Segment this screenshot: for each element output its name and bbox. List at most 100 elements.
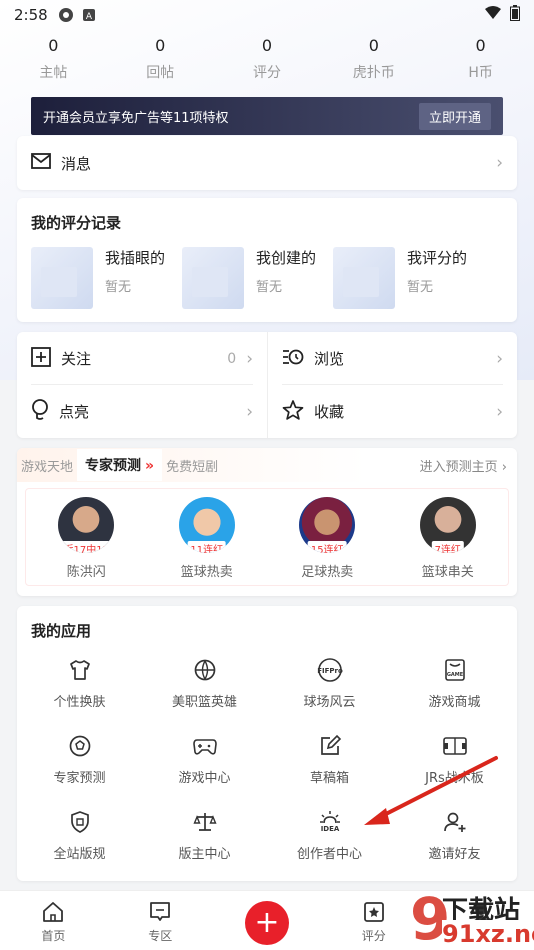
shirt-icon bbox=[67, 657, 93, 683]
expert-item[interactable]: 近17中15 陈洪闪 bbox=[26, 497, 147, 585]
app-expert-prediction[interactable]: 专家预测 bbox=[17, 727, 142, 803]
scale-icon bbox=[192, 809, 218, 835]
app-label: JRs战术板 bbox=[425, 771, 484, 786]
stat-value: 0 bbox=[261, 36, 273, 55]
rating-thumbnail bbox=[31, 247, 93, 309]
watermark-url: 91xz.net bbox=[442, 920, 534, 948]
browse-history-row[interactable]: 浏览 › bbox=[267, 332, 517, 385]
expert-record-tag: 15连红 bbox=[307, 541, 347, 553]
rating-item-rated[interactable]: 我评分的 暂无 bbox=[333, 247, 484, 309]
tab-game-world[interactable]: 游戏天地 bbox=[17, 456, 77, 475]
chevron-right-icon: › bbox=[496, 348, 503, 369]
rating-item-marked[interactable]: 我插眼的 暂无 bbox=[31, 247, 182, 309]
stat-value: 0 bbox=[48, 36, 59, 55]
profile-stats: 0 主帖 0 回帖 0 评分 0 虎扑币 0 H币 bbox=[0, 36, 534, 82]
idea-bulb-icon: IDEA bbox=[317, 809, 343, 835]
expert-list: 近17中15 陈洪闪 11连红 篮球热卖 15连红 足球热卖 7连红 篮球串关 bbox=[25, 488, 509, 586]
svg-text:GAME: GAME bbox=[446, 672, 463, 678]
status-bar: 2:58 A bbox=[0, 0, 534, 30]
rating-item-status: 暂无 bbox=[256, 280, 283, 295]
tab-free-drama[interactable]: 免费短剧 bbox=[162, 456, 222, 475]
avatar: 11连红 bbox=[178, 497, 235, 553]
shield-icon bbox=[67, 809, 93, 835]
app-court-stars[interactable]: FIFPro 球场风云 bbox=[267, 651, 392, 727]
vip-open-button[interactable]: 立即开通 bbox=[418, 102, 491, 130]
app-label: 游戏商城 bbox=[428, 695, 481, 710]
app-label: 游戏中心 bbox=[178, 771, 231, 786]
app-game-store[interactable]: GAME 游戏商城 bbox=[392, 651, 517, 727]
stat-label: 虎扑币 bbox=[352, 65, 395, 81]
rating-thumbnail bbox=[333, 247, 395, 309]
app-label: 球场风云 bbox=[303, 695, 356, 710]
app-game-center[interactable]: 游戏中心 bbox=[142, 727, 267, 803]
app-label: 专家预测 bbox=[53, 771, 106, 786]
chevron-right-icon: › bbox=[496, 401, 503, 422]
chevron-right-icon: › bbox=[246, 401, 253, 422]
avatar: 15连红 bbox=[299, 497, 356, 553]
rating-item-name: 我插眼的 bbox=[105, 249, 166, 267]
status-time: 2:58 bbox=[14, 6, 48, 24]
follow-row[interactable]: 关注 0 › bbox=[17, 332, 267, 385]
expert-record-tag: 7连红 bbox=[431, 541, 464, 553]
app-creator-center[interactable]: IDEA 创作者中心 bbox=[267, 803, 392, 879]
enter-prediction-home-label: 进入预测主页 bbox=[419, 459, 498, 475]
expert-item[interactable]: 15连红 足球热卖 bbox=[267, 497, 388, 585]
vip-banner[interactable]: 开通会员立享免广告等11项特权 立即开通 bbox=[31, 97, 503, 135]
expert-name: 篮球串关 bbox=[421, 565, 474, 580]
app-label: 个性换肤 bbox=[53, 695, 106, 710]
like-row[interactable]: 点亮 › bbox=[17, 385, 267, 438]
rating-thumbnail bbox=[182, 247, 244, 309]
chevron-right-icon: › bbox=[246, 348, 253, 369]
tab-home[interactable]: 首页 bbox=[0, 891, 107, 950]
stat-hupu-coins[interactable]: 0 虎扑币 bbox=[320, 36, 427, 82]
avatar: 近17中15 bbox=[58, 497, 115, 553]
tab-expert-prediction-label: 专家预测 bbox=[85, 458, 142, 474]
stat-label: 评分 bbox=[252, 65, 281, 81]
expert-item[interactable]: 7连红 篮球串关 bbox=[388, 497, 509, 585]
add-user-icon bbox=[442, 809, 468, 835]
tab-label: 首页 bbox=[41, 929, 66, 943]
expert-item[interactable]: 11连红 篮球热卖 bbox=[147, 497, 268, 585]
app-drafts[interactable]: 草稿箱 bbox=[267, 727, 392, 803]
wifi-icon bbox=[484, 6, 502, 24]
app-tactics-board[interactable]: JRs战术板 bbox=[392, 727, 517, 803]
plus-icon: + bbox=[244, 901, 289, 945]
rating-records-card: 我的评分记录 我插眼的 暂无 我创建的 暂无 我评分的 暂无 bbox=[17, 198, 517, 322]
stat-h-coins[interactable]: 0 H币 bbox=[427, 36, 534, 82]
app-label: 全站版规 bbox=[53, 847, 106, 862]
follow-label: 关注 bbox=[61, 350, 92, 368]
messages-row[interactable]: 消息 › bbox=[17, 136, 517, 190]
app-site-rules[interactable]: 全站版规 bbox=[17, 803, 142, 879]
expert-name: 篮球热卖 bbox=[180, 565, 233, 580]
stat-replies[interactable]: 0 回帖 bbox=[107, 36, 214, 82]
app-skin[interactable]: 个性换肤 bbox=[17, 651, 142, 727]
tab-expert-prediction[interactable]: 专家预测» bbox=[77, 449, 163, 481]
rating-item-created[interactable]: 我创建的 暂无 bbox=[182, 247, 333, 309]
tab-zone[interactable]: 专区 bbox=[107, 891, 214, 950]
stat-value: 0 bbox=[475, 36, 486, 55]
stat-ratings[interactable]: 0 评分 bbox=[214, 36, 321, 82]
app-nba-heroes[interactable]: 美职篮英雄 bbox=[142, 651, 267, 727]
rating-item-name: 我创建的 bbox=[256, 249, 317, 267]
site-watermark: 9 下载站 91xz.net bbox=[410, 888, 534, 950]
my-apps-card: 我的应用 个性换肤 美职篮英雄 FIFPro 球场风云 GAME 游戏商城 专家… bbox=[17, 606, 517, 881]
tab-label: 专区 bbox=[148, 929, 173, 943]
svg-text:IDEA: IDEA bbox=[320, 825, 339, 833]
app-invite-friends[interactable]: 邀请好友 bbox=[392, 803, 517, 879]
tactics-board-icon bbox=[442, 733, 468, 759]
lightbulb-icon bbox=[31, 398, 49, 425]
avatar: 7连红 bbox=[419, 497, 476, 553]
stat-posts[interactable]: 0 主帖 bbox=[0, 36, 107, 82]
tab-create-post[interactable]: + bbox=[214, 891, 321, 950]
basketball-icon bbox=[192, 657, 218, 683]
rating-item-name: 我评分的 bbox=[407, 249, 468, 267]
rating-item-status: 暂无 bbox=[105, 280, 132, 295]
prediction-tabs: 游戏天地 专家预测» 免费短剧 进入预测主页 › bbox=[17, 448, 517, 482]
vip-banner-text: 开通会员立享免广告等11项特权 bbox=[43, 110, 229, 126]
mail-icon bbox=[31, 153, 51, 173]
app-moderator-center[interactable]: 版主中心 bbox=[142, 803, 267, 879]
enter-prediction-home-link[interactable]: 进入预测主页 › bbox=[420, 456, 507, 475]
favorites-row[interactable]: 收藏 › bbox=[267, 385, 517, 438]
home-icon bbox=[0, 899, 107, 925]
expert-name: 陈洪闪 bbox=[66, 565, 106, 580]
